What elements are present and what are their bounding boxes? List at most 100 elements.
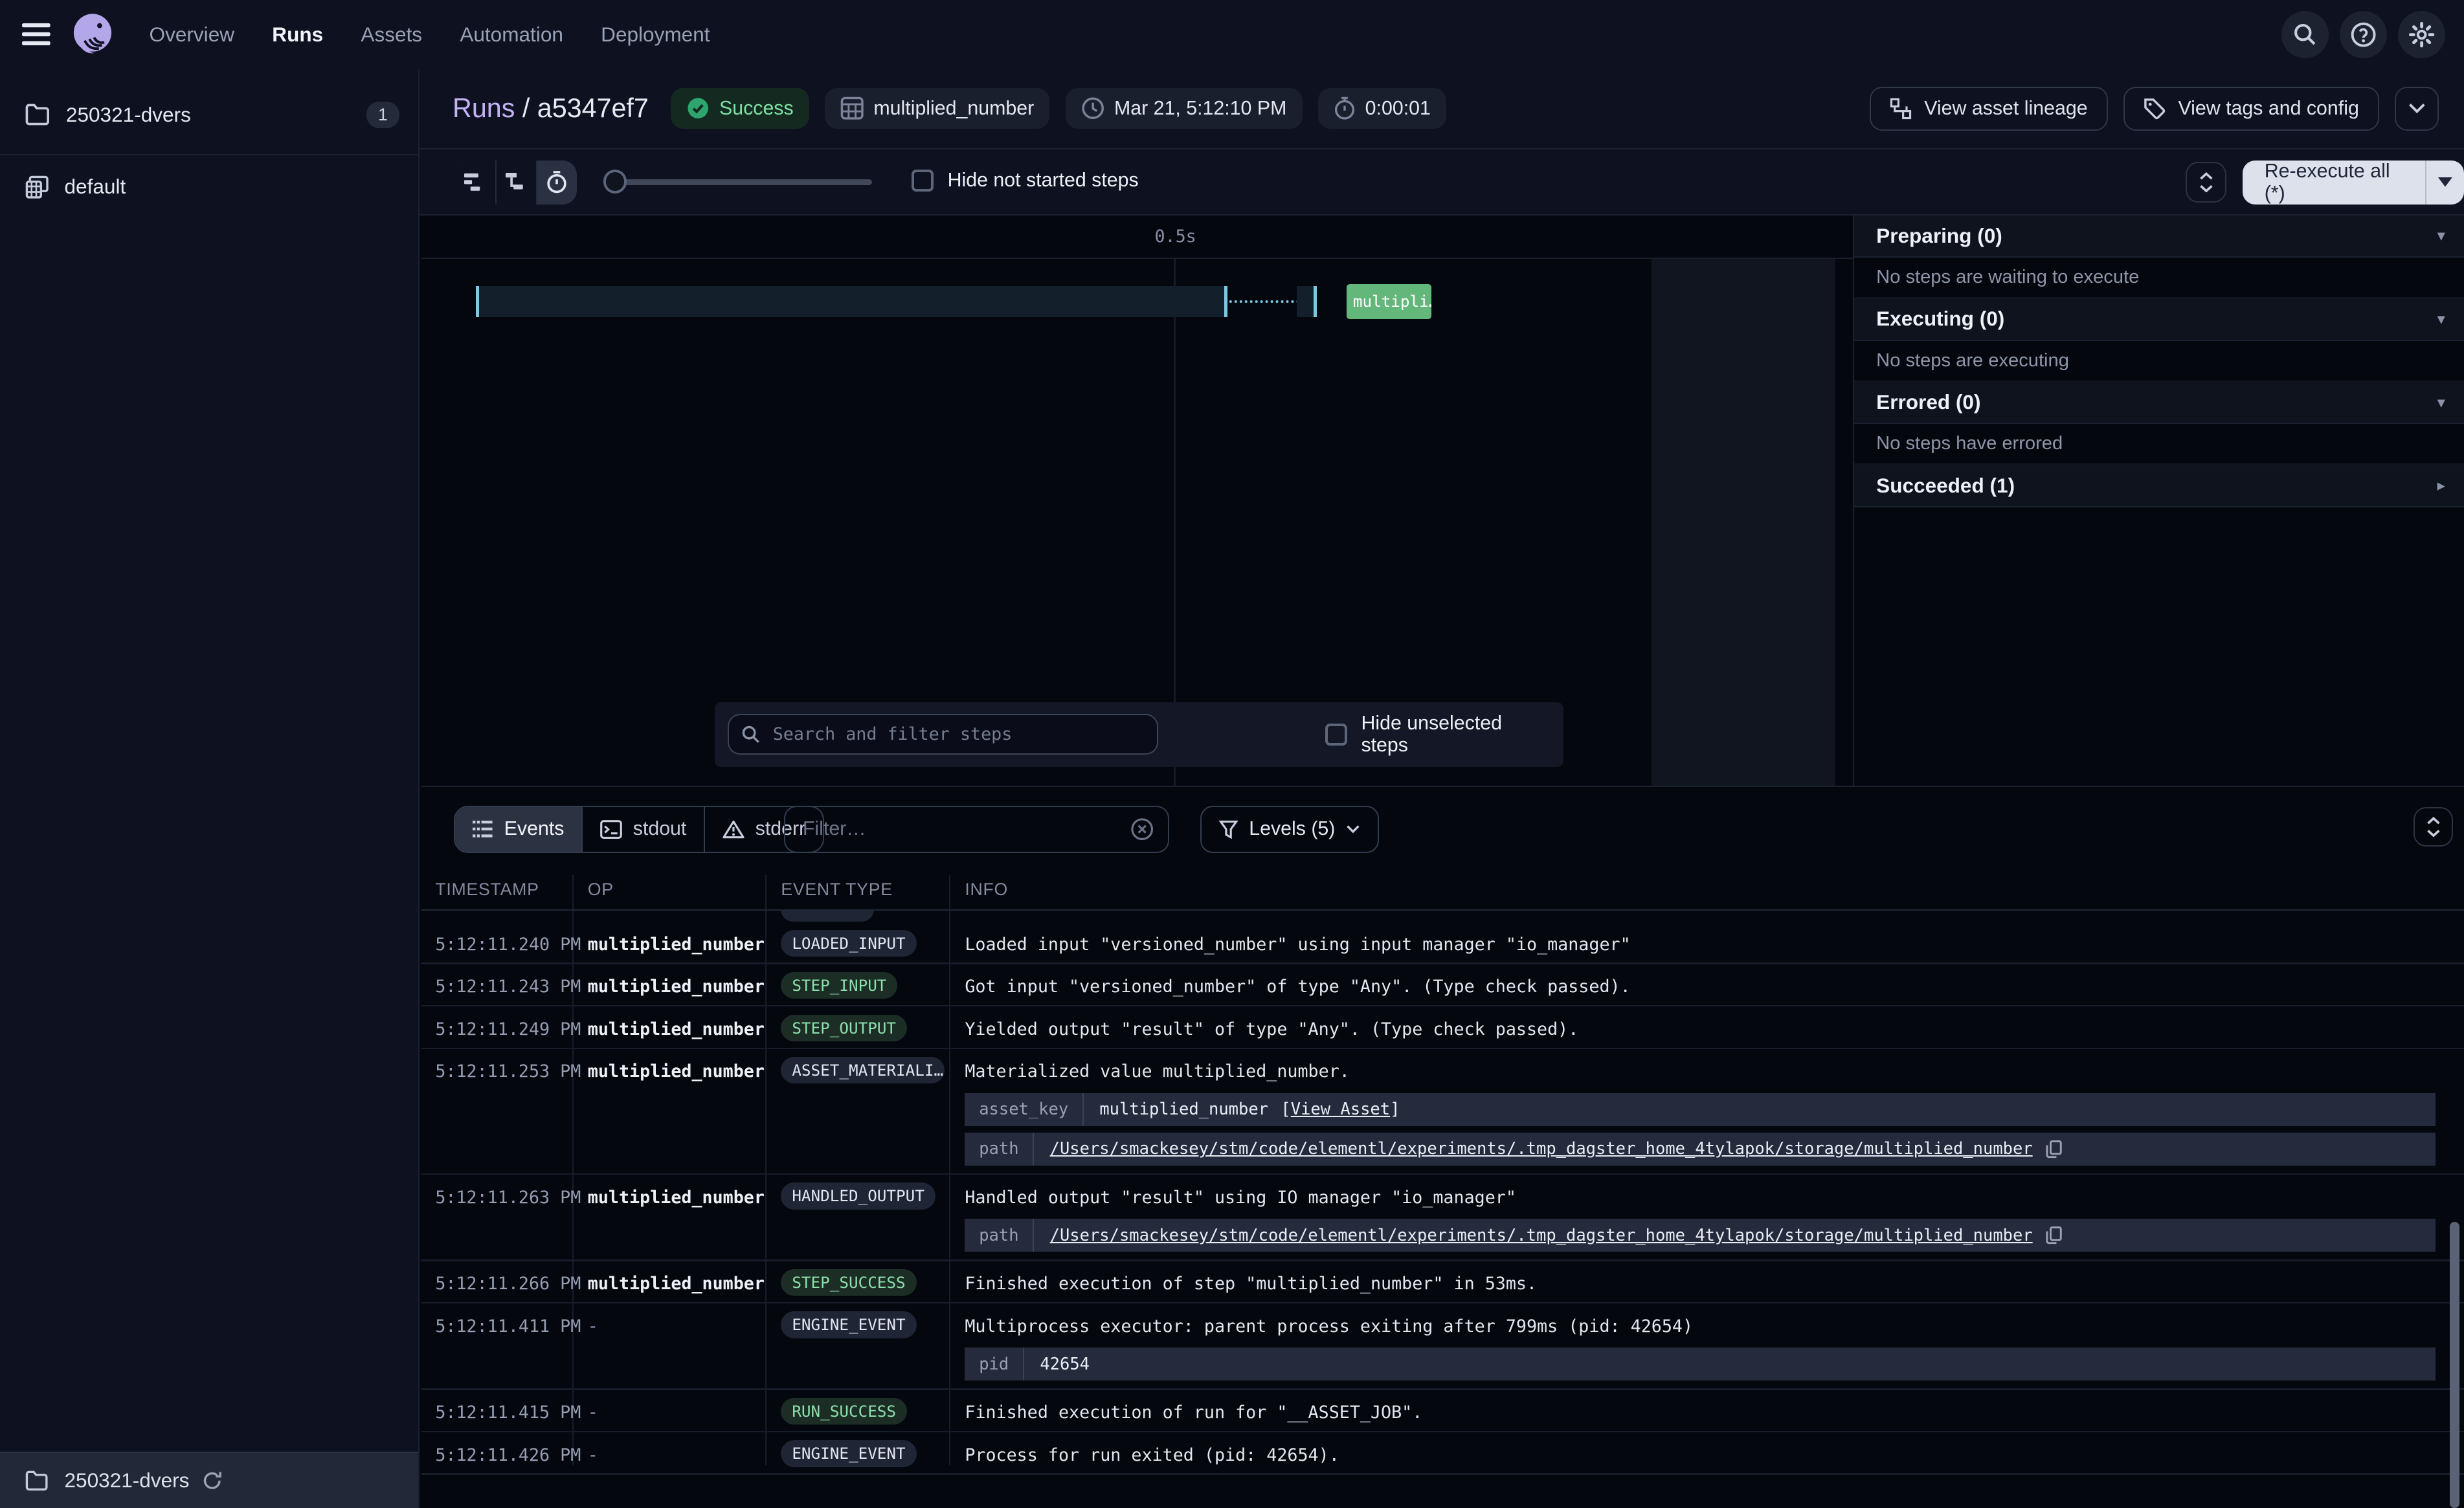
nav-item-deployment[interactable]: Deployment (601, 23, 710, 47)
warning-icon (722, 820, 745, 839)
hide-not-started-checkbox[interactable] (912, 170, 934, 192)
search-icon (741, 725, 760, 744)
event-info: Loaded input "versioned_number" using in… (965, 935, 1630, 955)
reexecute-dropdown-button[interactable] (2425, 161, 2464, 205)
step-status-panel: Preparing (0)▾No steps are waiting to ex… (1854, 216, 2464, 786)
nav-right-actions (2281, 11, 2445, 58)
tab-stdout[interactable]: stdout (581, 807, 704, 852)
reexecute-all-button[interactable]: Re-execute all (*) (2243, 161, 2425, 205)
section-header-preparing[interactable]: Preparing (0)▾ (1854, 216, 2464, 258)
event-row: 5:12:11.249 PMmultiplied_numberSTEP_OUTP… (421, 1006, 2464, 1049)
nav-item-runs[interactable]: Runs (272, 23, 323, 47)
sidebar-item-job[interactable]: 250321-dvers 1 (0, 78, 418, 151)
hide-unselected-label: Hide unselected steps (1361, 713, 1551, 757)
event-timestamp: 5:12:11.240 PM (435, 935, 581, 955)
metadata-row-asset_key: asset_keymultiplied_number[View Asset] (965, 1093, 2436, 1126)
event-info: Got input "versioned_number" of type "An… (965, 977, 1630, 997)
event-row: 5:12:11.415 PM-RUN_SUCCESSFinished execu… (421, 1390, 2464, 1433)
gantt-waiting-bar[interactable] (476, 286, 1227, 318)
page-title: Runs / a5347ef7 (453, 93, 649, 124)
tag-icon (2144, 98, 2166, 120)
event-row: 5:12:11.263 PMmultiplied_numberHANDLED_O… (421, 1175, 2464, 1261)
metadata-label: path (965, 1133, 1034, 1166)
hide-unselected-checkbox[interactable] (1325, 724, 1347, 746)
section-empty-message: No steps are executing (1854, 341, 2464, 382)
lineage-icon (1890, 98, 1912, 120)
copy-icon[interactable] (2045, 1226, 2063, 1245)
check-circle-icon (686, 96, 710, 120)
nav-item-automation[interactable]: Automation (460, 23, 563, 47)
section-header-succeeded[interactable]: Succeeded (1)▸ (1854, 465, 2464, 507)
log-filter-input[interactable] (800, 817, 1130, 842)
event-timestamp: 5:12:11.411 PM (435, 1316, 581, 1336)
reexecute-split-button: Re-execute all (*) (2243, 161, 2464, 205)
metadata-row-pid: pid42654 (965, 1347, 2436, 1380)
step-search-panel: Hide unselected steps (715, 702, 1563, 767)
event-op: multiplied_number (588, 1274, 765, 1294)
view-asset-lineage-button[interactable]: View asset lineage (1870, 87, 2108, 131)
section-header-errored[interactable]: Errored (0)▾ (1854, 382, 2464, 425)
gantt-expand-button[interactable] (2186, 162, 2226, 203)
waterfall-view-button[interactable] (495, 161, 536, 205)
path-link[interactable]: /Users/smackesey/stm/code/elementl/exper… (1050, 1139, 2033, 1159)
hide-not-started-label: Hide not started steps (948, 170, 1139, 192)
run-more-actions-button[interactable] (2395, 87, 2439, 131)
events-pane: Eventsstdoutstderr Levels (5) TIMESTAMPO… (421, 786, 2464, 1508)
tab-events[interactable]: Events (455, 807, 581, 852)
metadata-label: asset_key (965, 1093, 1084, 1126)
section-header-executing[interactable]: Executing (0)▾ (1854, 298, 2464, 341)
sidebar-footer[interactable]: 250321-dvers (0, 1452, 418, 1508)
search-button[interactable] (2281, 11, 2329, 58)
waterfall-view-icon (506, 173, 526, 192)
caret-down-icon: ▾ (2437, 226, 2445, 245)
nav-item-overview[interactable]: Overview (150, 23, 234, 47)
event-type-pill: STEP_SUCCESS (781, 1269, 916, 1296)
log-filter-box[interactable] (784, 806, 1169, 853)
events-table-header: TIMESTAMPOPEVENT TYPEINFO (421, 875, 2464, 909)
gantt-view-mode-group (454, 161, 576, 205)
flat-view-button[interactable] (454, 161, 495, 205)
vertical-scrollbar[interactable] (2450, 1222, 2459, 1508)
step-search-input[interactable] (770, 723, 1145, 746)
menu-icon[interactable] (22, 23, 50, 45)
asset-tag[interactable]: multiplied_number (825, 88, 1049, 129)
run-header: Runs / a5347ef7 Success multiplied_numbe… (420, 69, 2464, 150)
run-header-actions: View asset lineage View tags and config (1870, 87, 2439, 131)
event-info: Process for run exited (pid: 42654). (965, 1445, 1339, 1465)
column-header-event-type: EVENT TYPE (781, 880, 892, 900)
table-grid-icon (840, 96, 864, 120)
event-info: Finished execution of run for "__ASSET_J… (965, 1403, 1422, 1423)
event-op: multiplied_number (588, 1061, 765, 1081)
sidebar-item-default[interactable]: default (0, 154, 418, 220)
help-button[interactable] (2340, 11, 2387, 58)
funnel-icon (1219, 820, 1238, 839)
nav-item-assets[interactable]: Assets (361, 23, 422, 47)
gantt-zoom-slider-handle[interactable] (603, 170, 627, 193)
caret-down-icon: ▾ (2437, 309, 2445, 329)
gantt-zoom-slider-track[interactable] (614, 179, 872, 186)
runs-breadcrumb-link[interactable]: Runs (453, 93, 515, 123)
left-sidebar: 250321-dvers 1 default 250321-dvers (0, 69, 420, 1508)
timed-view-button[interactable] (536, 161, 577, 205)
events-expand-button[interactable] (2414, 807, 2453, 847)
event-row: 5:12:11.411 PM-ENGINE_EVENTMultiprocess … (421, 1303, 2464, 1390)
copy-icon[interactable] (2045, 1140, 2063, 1159)
levels-dropdown-button[interactable]: Levels (5) (1200, 806, 1378, 853)
metadata-value: /Users/smackesey/stm/code/elementl/exper… (1034, 1219, 2078, 1252)
clear-filter-icon[interactable] (1130, 817, 1154, 841)
metadata-label: path (965, 1219, 1034, 1252)
run-id: a5347ef7 (537, 93, 649, 123)
event-op: multiplied_number (588, 1019, 765, 1039)
view-asset-link[interactable]: View Asset (1291, 1100, 1390, 1119)
gantt-step-bar-multiplied-number[interactable]: multipli… (1347, 284, 1431, 318)
step-search-box[interactable] (728, 714, 1159, 755)
metadata-value: /Users/smackesey/stm/code/elementl/exper… (1034, 1133, 2078, 1166)
gantt-chart: 0.5s multipli… Hide unselected steps (421, 216, 1855, 786)
settings-button[interactable] (2398, 11, 2445, 58)
partial-event-pill (781, 909, 873, 922)
path-link[interactable]: /Users/smackesey/stm/code/elementl/exper… (1050, 1226, 2033, 1245)
view-tags-config-button[interactable]: View tags and config (2123, 87, 2379, 131)
dagster-logo-icon[interactable] (71, 12, 115, 56)
gantt-toolbar: Hide not started steps Re-execute all (*… (420, 150, 2464, 216)
sidebar-job-label: 250321-dvers (66, 103, 191, 127)
